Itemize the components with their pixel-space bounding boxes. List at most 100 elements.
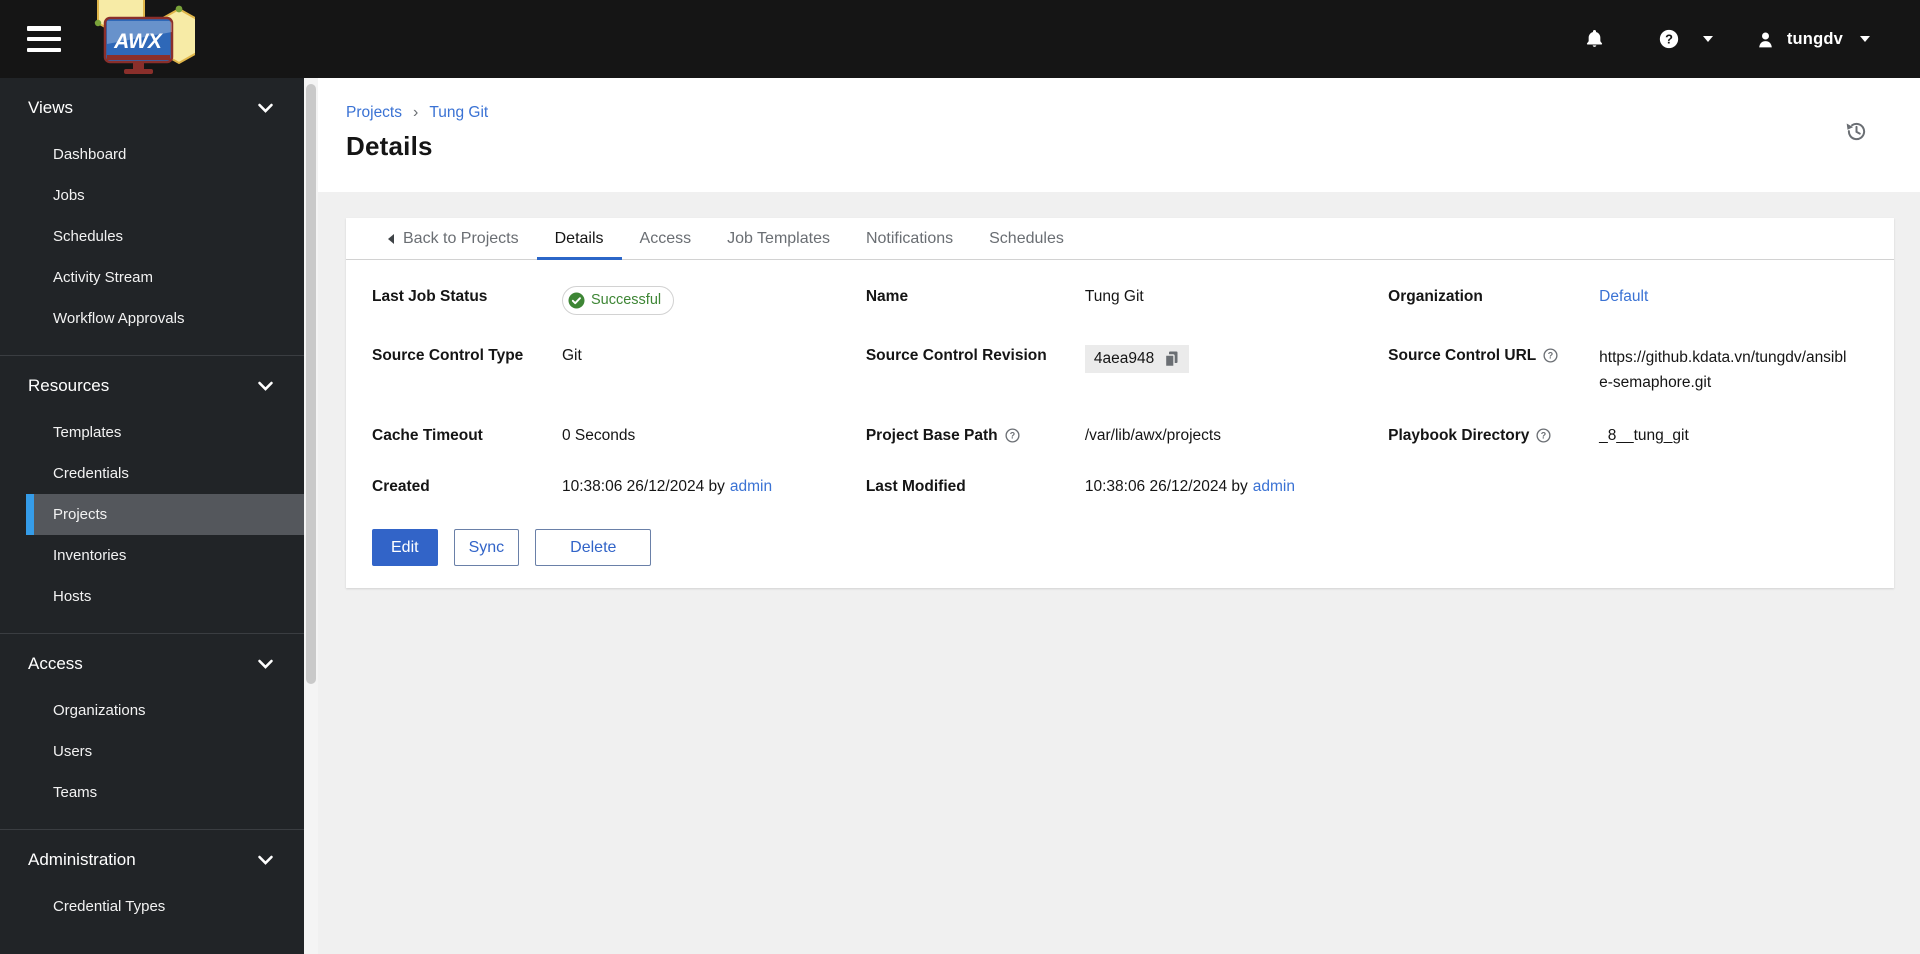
sidebar-item-schedules[interactable]: Schedules — [0, 216, 304, 257]
nav-toggle-button[interactable] — [27, 26, 61, 52]
organization-link[interactable]: Default — [1599, 288, 1648, 305]
sidebar-item-workflow-approvals[interactable]: Workflow Approvals — [0, 298, 304, 339]
modified-by-user-link[interactable]: admin — [1253, 478, 1295, 495]
field-created: Created 10:38:06 26/12/2024 by admin — [372, 476, 852, 497]
copy-icon — [1164, 351, 1178, 367]
hamburger-icon — [27, 26, 61, 31]
sidebar-group-access-header[interactable]: Access — [0, 634, 304, 690]
sidebar-group-views: Views Dashboard Jobs Schedules Activity … — [0, 78, 304, 355]
sidebar: Views Dashboard Jobs Schedules Activity … — [0, 78, 304, 954]
awx-logo-image: AWX — [94, 0, 195, 74]
user-menu[interactable]: tungdv — [1755, 29, 1870, 50]
sidebar-item-inventories[interactable]: Inventories — [0, 535, 304, 576]
tab-back-to-projects[interactable]: Back to Projects — [370, 218, 537, 259]
status-badge[interactable]: Successful — [562, 286, 675, 315]
edit-button[interactable]: Edit — [372, 529, 438, 566]
sidebar-item-jobs[interactable]: Jobs — [0, 175, 304, 216]
field-value: 10:38:06 26/12/2024 by — [1084, 478, 1248, 495]
tab-schedules[interactable]: Schedules — [971, 218, 1082, 259]
sidebar-item-dashboard[interactable]: Dashboard — [0, 134, 304, 175]
bell-icon — [1586, 29, 1602, 47]
breadcrumb-projects-link[interactable]: Projects — [346, 104, 402, 122]
chevron-down-icon — [1702, 36, 1713, 42]
tab-notifications[interactable]: Notifications — [848, 218, 971, 259]
page-title: Details — [346, 131, 433, 161]
status-text: Successful — [591, 292, 662, 308]
sync-button[interactable]: Sync — [453, 529, 520, 566]
field-label: Playbook Directory — [1388, 427, 1530, 444]
sidebar-group-administration: Administration Credential Types — [0, 829, 304, 943]
chevron-down-icon — [258, 103, 273, 113]
breadcrumb-tung-git-link[interactable]: Tung Git — [429, 104, 488, 122]
sidebar-scrollbar[interactable] — [304, 78, 318, 954]
sidebar-item-hosts[interactable]: Hosts — [0, 576, 304, 617]
field-value: Tung Git — [1084, 288, 1144, 305]
chevron-down-icon — [258, 381, 273, 391]
sidebar-group-resources-header[interactable]: Resources — [0, 356, 304, 412]
field-value: 10:38:06 26/12/2024 by — [562, 478, 725, 495]
field-value: _8__tung_git — [1599, 427, 1689, 444]
sidebar-item-activity-stream[interactable]: Activity Stream — [0, 257, 304, 298]
delete-button[interactable]: Delete — [535, 529, 652, 566]
svg-text:?: ? — [1541, 431, 1546, 441]
help-popover-icon[interactable]: ? — [1543, 348, 1558, 363]
field-source-control-type: Source Control Type Git — [372, 345, 852, 395]
sidebar-group-views-header[interactable]: Views — [0, 78, 304, 134]
content-body: Back to Projects Details Access Job Temp… — [318, 192, 1920, 954]
sidebar-group-administration-header[interactable]: Administration — [0, 830, 304, 886]
help-menu[interactable]: ? — [1658, 28, 1713, 50]
help-popover-icon[interactable]: ? — [1005, 428, 1020, 443]
tab-job-templates[interactable]: Job Templates — [709, 218, 848, 259]
field-label: Project Base Path — [865, 427, 998, 444]
awx-logo[interactable]: AWX — [83, 0, 195, 78]
svg-text:?: ? — [1009, 431, 1014, 441]
sidebar-scrollbar-thumb[interactable] — [306, 84, 316, 684]
tab-access[interactable]: Access — [622, 218, 710, 259]
sidebar-item-projects[interactable]: Projects — [26, 494, 304, 535]
sidebar-group-label: Views — [28, 98, 74, 117]
field-label: Cache Timeout — [372, 427, 483, 444]
copy-revision-button[interactable] — [1163, 350, 1180, 368]
notifications-button[interactable] — [1583, 27, 1606, 51]
field-last-modified: Last Modified 10:38:06 26/12/2024 by admi… — [866, 476, 1374, 497]
sidebar-item-users[interactable]: Users — [0, 731, 304, 772]
revision-chip: 4aea948 — [1084, 345, 1190, 373]
sidebar-item-credentials[interactable]: Credentials — [0, 453, 304, 494]
field-source-control-url: Source Control URL ? https://github.kdat… — [1388, 345, 1868, 395]
caret-left-icon — [388, 233, 394, 244]
success-check-icon — [568, 292, 585, 309]
activity-history-button[interactable] — [1845, 120, 1868, 146]
field-label: Source Control Type — [372, 347, 524, 364]
masthead-actions: ? tungdv — [1583, 27, 1920, 51]
field-cache-timeout: Cache Timeout 0 Seconds — [372, 425, 852, 446]
created-by-user-link[interactable]: admin — [730, 478, 772, 495]
sidebar-item-templates[interactable]: Templates — [0, 412, 304, 453]
page-header: Projects › Tung Git Details — [318, 78, 1920, 192]
sidebar-item-credential-types[interactable]: Credential Types — [0, 886, 304, 927]
project-details-card: Back to Projects Details Access Job Temp… — [346, 218, 1894, 588]
sidebar-group-label: Access — [28, 654, 83, 673]
chevron-down-icon — [1860, 36, 1870, 42]
field-organization: Organization Default — [1388, 286, 1868, 315]
field-last-job-status: Last Job Status Successful — [372, 286, 852, 315]
field-label: Created — [372, 478, 430, 495]
chevron-down-icon — [258, 659, 273, 669]
main-content: Projects › Tung Git Details Back to Proj… — [318, 78, 1920, 954]
field-label: Source Control URL — [1388, 347, 1537, 364]
details-list: Last Job Status Successful Name Tung Git… — [346, 260, 1894, 527]
sidebar-item-organizations[interactable]: Organizations — [0, 690, 304, 731]
awx-logo-text: AWX — [113, 30, 164, 53]
svg-text:?: ? — [1548, 351, 1553, 361]
field-name: Name Tung Git — [866, 286, 1374, 315]
field-value: 0 Seconds — [562, 427, 636, 444]
tab-details[interactable]: Details — [536, 218, 622, 260]
svg-text:?: ? — [1665, 32, 1673, 47]
sidebar-group-resources: Resources Templates Credentials Projects… — [0, 355, 304, 633]
sidebar-item-teams[interactable]: Teams — [0, 772, 304, 813]
sidebar-group-label: Administration — [28, 850, 136, 869]
tab-bar: Back to Projects Details Access Job Temp… — [346, 218, 1894, 260]
help-popover-icon[interactable]: ? — [1536, 428, 1551, 443]
field-value: /var/lib/awx/projects — [1084, 427, 1221, 444]
field-label: Source Control Revision — [865, 347, 1047, 364]
field-label: Last Modified — [865, 478, 966, 495]
